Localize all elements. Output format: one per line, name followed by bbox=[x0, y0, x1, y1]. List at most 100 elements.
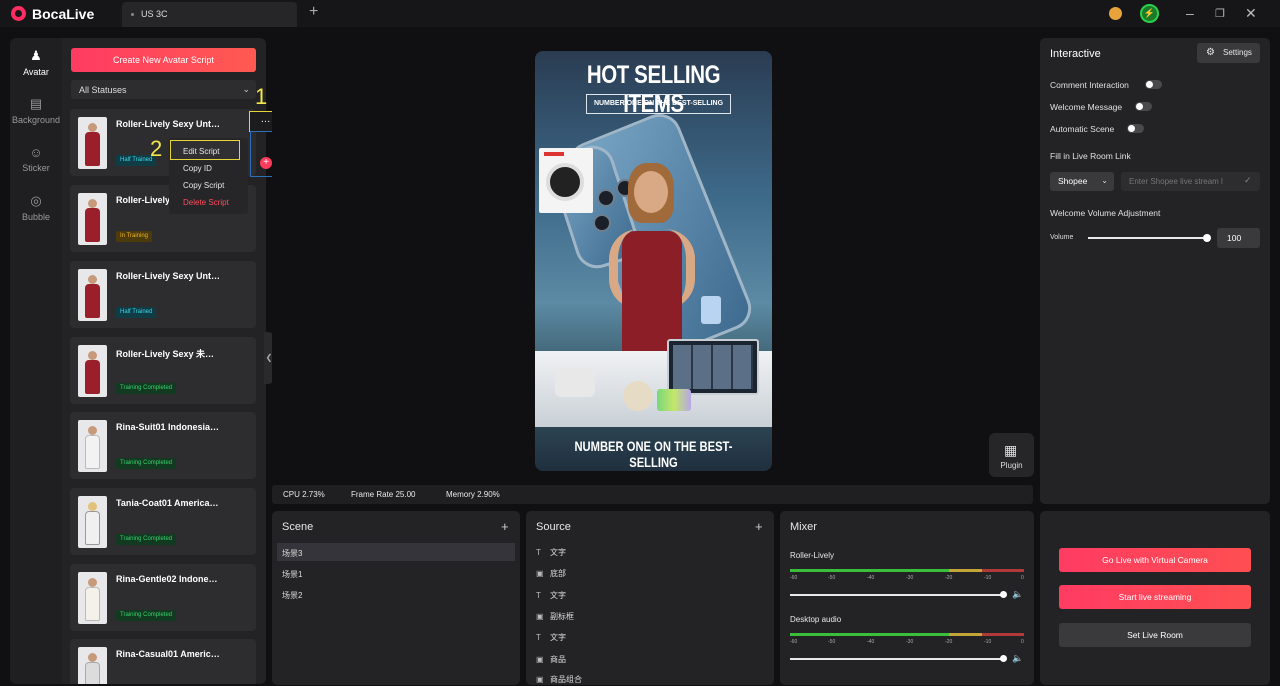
welcome-message-toggle[interactable] bbox=[1135, 102, 1152, 111]
add-icon[interactable]: + bbox=[260, 157, 272, 169]
script-card[interactable]: Rina-Suit01 Indonesia… Training Complete… bbox=[70, 412, 256, 479]
text-icon: T bbox=[536, 633, 541, 642]
nav-avatar[interactable]: ♟ Avatar bbox=[10, 48, 62, 77]
platform-select[interactable]: Shopee ⌄ bbox=[1050, 172, 1114, 191]
script-card[interactable]: Rina-Casual01 Americ… bbox=[70, 639, 256, 684]
source-item[interactable]: T 文字 bbox=[536, 590, 566, 601]
copy-id-menu-item[interactable]: Copy ID bbox=[183, 164, 212, 173]
add-source-button[interactable]: + bbox=[755, 519, 763, 534]
volume-slider-knob[interactable] bbox=[1000, 591, 1007, 598]
volume-slider-track[interactable] bbox=[790, 658, 1004, 660]
add-scene-button[interactable]: + bbox=[501, 519, 509, 534]
speaker-icon[interactable]: 🔈 bbox=[1012, 653, 1023, 664]
script-card[interactable]: Rina-Gentle02 Indone… Training Completed bbox=[70, 564, 256, 631]
start-live-streaming-button[interactable]: Start live streaming bbox=[1059, 585, 1251, 609]
set-live-room-button[interactable]: Set Live Room bbox=[1059, 623, 1251, 647]
smartwatch-image bbox=[657, 389, 691, 411]
script-card[interactable]: Tania-Coat01 America… Training Completed bbox=[70, 488, 256, 555]
nav-background[interactable]: ▤ Background bbox=[10, 96, 62, 125]
welcome-volume-slider-knob[interactable] bbox=[1203, 234, 1211, 242]
channel-name: Desktop audio bbox=[790, 615, 842, 624]
gear-icon: ⚙ bbox=[1206, 47, 1215, 58]
source-item-label: 底部 bbox=[550, 569, 566, 578]
avatar-thumbnail bbox=[78, 117, 107, 169]
tab-us-3c[interactable]: US 3C bbox=[122, 2, 297, 27]
settings-label: Settings bbox=[1223, 48, 1252, 57]
platform-value: Shopee bbox=[1058, 176, 1088, 186]
welcome-volume-value[interactable]: 100 bbox=[1217, 228, 1260, 248]
script-card[interactable]: Roller-Lively Sexy Unt… Half Trained bbox=[70, 261, 256, 328]
avatar-thumbnail bbox=[78, 647, 107, 684]
delete-script-menu-item[interactable]: Delete Script bbox=[183, 198, 229, 207]
status-badge: Training Completed bbox=[116, 383, 177, 394]
speaker-icon[interactable]: 🔈 bbox=[1012, 589, 1023, 600]
source-item[interactable]: ▣ 副标框 bbox=[536, 611, 574, 622]
plugin-button[interactable]: ▦ Plugin bbox=[989, 433, 1034, 477]
product-tag-image bbox=[701, 296, 721, 324]
volume-slider-track[interactable] bbox=[790, 594, 1004, 596]
welcome-volume-title: Welcome Volume Adjustment bbox=[1050, 208, 1161, 218]
script-name: Rina-Casual01 Americ… bbox=[116, 649, 220, 659]
volume-slider-knob[interactable] bbox=[1000, 655, 1007, 662]
live-controls: Go Live with Virtual Camera Start live s… bbox=[1040, 511, 1270, 685]
image-icon: ▣ bbox=[536, 612, 544, 621]
avatar-thumbnail bbox=[78, 496, 107, 548]
avatar-thumbnail bbox=[78, 345, 107, 397]
camera-lens-icon bbox=[597, 189, 615, 207]
text-icon: T bbox=[536, 591, 541, 600]
script-name: Rina-Gentle02 Indone… bbox=[116, 574, 218, 584]
source-item[interactable]: ▣ 商品 bbox=[536, 654, 566, 665]
automatic-scene-toggle[interactable] bbox=[1127, 124, 1144, 133]
new-tab-button[interactable]: + bbox=[309, 3, 318, 21]
grid-icon: ▦ bbox=[1004, 442, 1018, 458]
go-live-virtual-camera-button[interactable]: Go Live with Virtual Camera bbox=[1059, 548, 1251, 572]
restore-icon[interactable]: ❐ bbox=[1215, 7, 1225, 20]
person-icon: ♟ bbox=[30, 48, 42, 63]
nav-sticker-label: Sticker bbox=[22, 163, 50, 173]
scene-title: Scene bbox=[282, 521, 314, 533]
comment-interaction-toggle[interactable] bbox=[1145, 80, 1162, 89]
scene-item[interactable]: 场景1 bbox=[277, 564, 515, 582]
status-badge: Training Completed bbox=[116, 458, 177, 469]
avatar-thumbnail bbox=[78, 572, 107, 624]
source-item[interactable]: ▣ 底部 bbox=[536, 568, 566, 579]
tab-label: US 3C bbox=[141, 9, 168, 19]
status-bolt-icon[interactable]: ⚡ bbox=[1140, 4, 1159, 23]
copy-script-menu-item[interactable]: Copy Script bbox=[183, 181, 224, 190]
welcome-volume-slider-track[interactable] bbox=[1088, 237, 1206, 239]
script-name: Roller-Lively Sexy 未… bbox=[116, 349, 215, 359]
source-item[interactable]: T 文字 bbox=[536, 547, 566, 558]
minimize-icon[interactable]: – bbox=[1186, 5, 1194, 21]
premium-icon[interactable] bbox=[1109, 7, 1122, 20]
welcome-message-label: Welcome Message bbox=[1050, 102, 1123, 112]
check-icon[interactable]: ✓ bbox=[1244, 175, 1252, 186]
source-item[interactable]: T 文字 bbox=[536, 632, 566, 643]
bubble-icon: ◎ bbox=[30, 193, 42, 208]
stripes-icon: ▤ bbox=[29, 96, 43, 111]
edit-script-menu-item[interactable]: Edit Script bbox=[170, 140, 240, 160]
memory-usage: Memory 2.90% bbox=[446, 490, 500, 499]
poster-footer: NUMBER ONE ON THE BEST-SELLING bbox=[574, 438, 733, 470]
nav-avatar-label: Avatar bbox=[23, 67, 49, 77]
annotation-number: 1 bbox=[255, 84, 268, 109]
nav-sticker[interactable]: ☺ Sticker bbox=[10, 145, 62, 173]
source-item-label: 副标框 bbox=[550, 612, 574, 621]
source-item[interactable]: ▣ 商品组合 bbox=[536, 674, 582, 685]
close-icon[interactable]: ✕ bbox=[1245, 5, 1257, 22]
product-image bbox=[623, 381, 653, 411]
avatar-thumbnail bbox=[78, 193, 107, 245]
nav-bubble-label: Bubble bbox=[21, 212, 51, 222]
scene-item[interactable]: 场景3 bbox=[277, 543, 515, 561]
app-logo-icon bbox=[11, 6, 26, 21]
create-avatar-script-button[interactable]: Create New Avatar Script bbox=[71, 48, 256, 72]
settings-button[interactable]: ⚙ Settings bbox=[1197, 43, 1260, 63]
nav-bubble[interactable]: ◎ Bubble bbox=[10, 193, 62, 222]
status-filter-select[interactable]: All Statuses ⌄ bbox=[71, 80, 256, 99]
live-room-link-input[interactable] bbox=[1121, 172, 1260, 191]
source-item-label: 文字 bbox=[550, 548, 566, 557]
interactive-panel: Interactive ⚙ Settings Comment Interacti… bbox=[1040, 38, 1270, 504]
scene-item[interactable]: 场景2 bbox=[277, 585, 515, 603]
live-preview-poster: HOT SELLING ITEMS NUMBER ONE ON THE BEST… bbox=[535, 51, 772, 471]
script-card[interactable]: Roller-Lively Sexy 未… Training Completed bbox=[70, 337, 256, 404]
source-item-label: 商品 bbox=[550, 655, 566, 664]
